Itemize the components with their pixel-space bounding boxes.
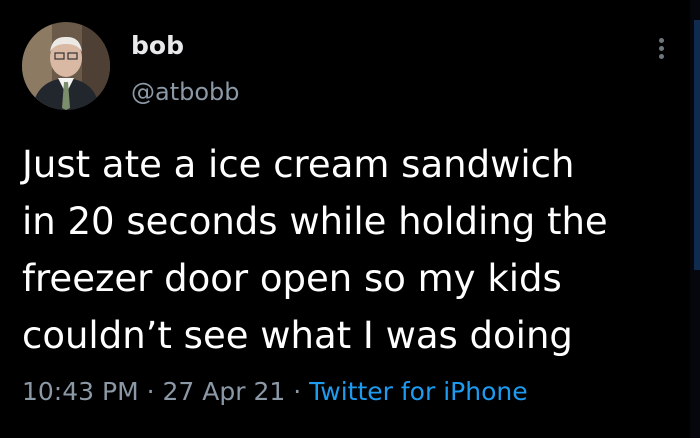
avatar[interactable] (22, 22, 110, 110)
meta-separator: · (146, 377, 155, 406)
edge-highlight (694, 20, 700, 270)
more-vertical-icon-dot (659, 54, 664, 59)
more-vertical-icon (659, 38, 664, 43)
more-vertical-icon-dot (659, 46, 664, 51)
tweet-date[interactable]: 27 Apr 21 (163, 377, 286, 406)
tweet-source-link[interactable]: Twitter for iPhone (309, 377, 527, 406)
tweet-card: bob @atbobb Just ate a ice cream sandwic… (0, 0, 700, 438)
tweet-time[interactable]: 10:43 PM (22, 377, 139, 406)
tweet-text: Just ate a ice cream sandwich in 20 seco… (22, 143, 608, 357)
tweet-metadata: 10:43 PM · 27 Apr 21 · Twitter for iPhon… (22, 372, 528, 412)
user-handle[interactable]: @atbobb (131, 76, 240, 108)
more-options-button[interactable] (652, 34, 672, 64)
meta-separator: · (293, 377, 302, 406)
display-name[interactable]: bob (131, 30, 184, 62)
profile-photo-icon (22, 22, 110, 110)
